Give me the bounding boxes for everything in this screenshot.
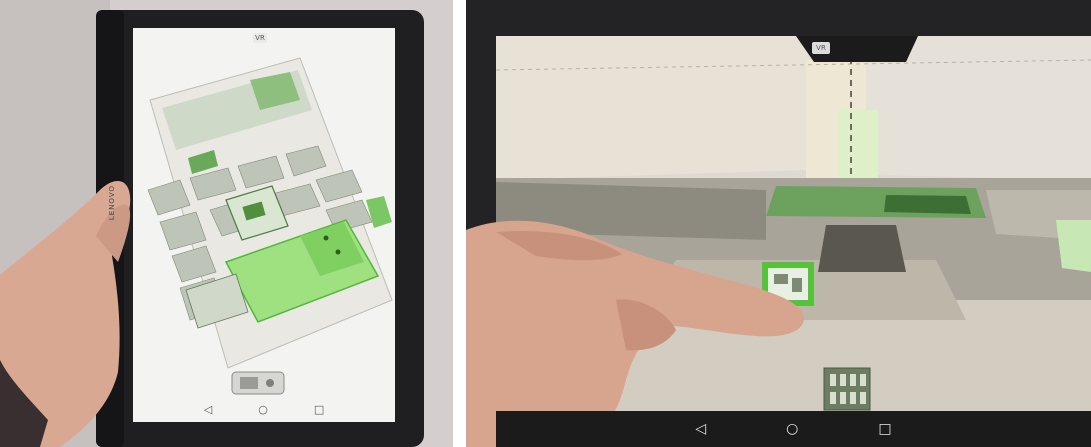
- back-triangle-icon[interactable]: ◁: [695, 421, 706, 437]
- tablet-brand-text: LENOVO: [108, 185, 116, 221]
- recents-square-icon[interactable]: □: [878, 421, 891, 437]
- photo-right-vr-scene: VR ◁ ○ □: [466, 0, 1091, 447]
- left-nav-bar: ◁ ○ □: [133, 400, 395, 418]
- bottom-model-tile[interactable]: [823, 367, 871, 411]
- vr-mode-badge[interactable]: VR: [253, 33, 267, 43]
- vr-mode-badge-right[interactable]: VR: [812, 42, 830, 54]
- back-triangle-icon[interactable]: ◁: [204, 403, 212, 416]
- right-nav-bar: ◁ ○ □: [496, 416, 1091, 442]
- photo-left-tablet-held: LENOVO VR ◁ ○ □: [0, 0, 453, 447]
- recents-square-icon[interactable]: □: [314, 403, 324, 416]
- right-photo-illustration: [466, 0, 1091, 447]
- mini-model-icon[interactable]: [231, 371, 285, 395]
- home-circle-icon[interactable]: ○: [786, 421, 798, 437]
- left-photo-illustration: [0, 0, 453, 447]
- home-circle-icon[interactable]: ○: [258, 403, 268, 416]
